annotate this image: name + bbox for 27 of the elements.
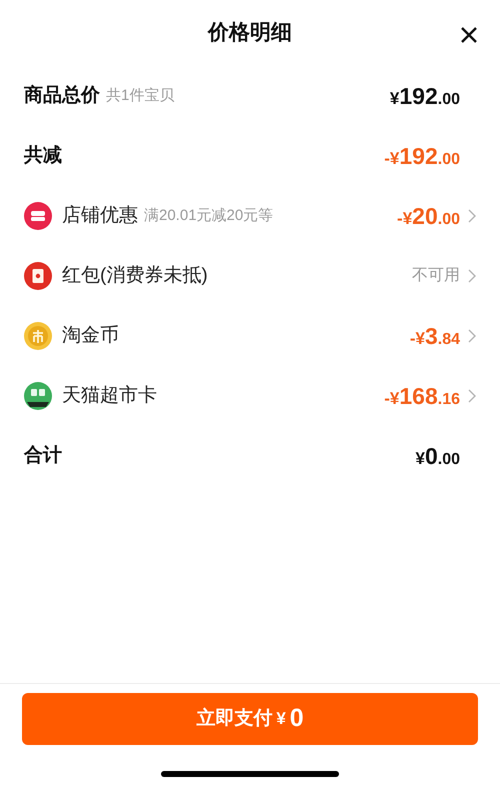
chevron-right-icon [468, 209, 476, 223]
envelope-icon [24, 262, 52, 290]
row-label: 店铺优惠 [62, 204, 138, 228]
coin-icon [24, 322, 52, 350]
pay-now-button[interactable]: 立即支付 ¥ 0 [22, 693, 478, 745]
row-note: 满20.01元减20元等 [144, 206, 274, 226]
row-label: 淘金币 [62, 324, 119, 348]
row-label: 合计 [24, 444, 62, 468]
amount-text: -¥168.16 [384, 382, 460, 411]
chevron-right-icon [468, 389, 476, 403]
chevron-right-icon [468, 329, 476, 343]
close-icon [460, 26, 478, 44]
amount-text: -¥3.84 [410, 322, 460, 351]
store-icon [24, 202, 52, 230]
amount-text: -¥192.00 [384, 142, 460, 171]
row-label: 红包(消费券未抵) [62, 264, 208, 288]
amount-text: ¥0.00 [415, 442, 460, 471]
unavailable-text: 不可用 [412, 266, 460, 286]
chevron-right-icon [468, 269, 476, 283]
amount-text: -¥20.00 [397, 202, 460, 231]
amount-text: ¥192.00 [390, 82, 460, 111]
row-note: 共1件宝贝 [106, 86, 174, 106]
market-icon [24, 382, 52, 410]
sheet-title: 价格明细 [208, 19, 292, 46]
row-label: 共减 [24, 144, 62, 168]
row-label: 天猫超市卡 [62, 384, 157, 408]
row-label: 商品总价 [24, 84, 100, 108]
